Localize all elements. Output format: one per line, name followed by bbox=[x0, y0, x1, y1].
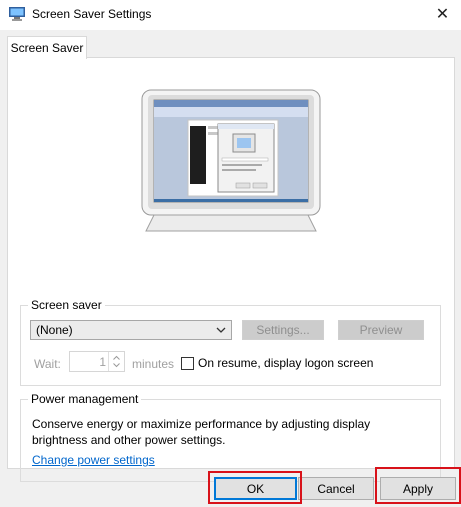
change-power-settings-link[interactable]: Change power settings bbox=[32, 453, 155, 467]
settings-button[interactable]: Settings... bbox=[242, 320, 324, 340]
screen-saver-group: Screen saver (None) Settings... Preview … bbox=[20, 298, 441, 386]
stepper-arrows-icon[interactable] bbox=[108, 352, 124, 371]
screen-saver-select[interactable]: (None) bbox=[30, 320, 232, 340]
window-title: Screen Saver Settings bbox=[32, 7, 152, 21]
chevron-down-icon bbox=[216, 327, 226, 333]
screen-saver-selected-value: (None) bbox=[36, 323, 73, 337]
cancel-button[interactable]: Cancel bbox=[298, 477, 374, 500]
minutes-label: minutes bbox=[132, 357, 175, 371]
dialog-body: Screen Saver Screen saver (None) Setting… bbox=[0, 30, 461, 507]
close-icon[interactable]: ✕ bbox=[424, 0, 461, 28]
wait-label: Wait: bbox=[34, 357, 61, 371]
screen-saver-app-icon bbox=[9, 7, 25, 21]
tab-panel: Screen saver (None) Settings... Preview … bbox=[7, 57, 455, 482]
tab-screen-saver[interactable]: Screen Saver bbox=[7, 36, 87, 59]
wait-minutes-value: 1 bbox=[99, 355, 106, 369]
resume-logon-checkbox[interactable] bbox=[181, 357, 194, 370]
power-management-group: Power management Conserve energy or maxi… bbox=[20, 392, 441, 482]
resume-logon-label[interactable]: On resume, display logon screen bbox=[198, 356, 373, 370]
monitor-preview bbox=[141, 89, 321, 232]
title-bar: Screen Saver Settings ✕ bbox=[0, 0, 461, 30]
power-description: Conserve energy or maximize performance … bbox=[32, 417, 371, 447]
screen-saver-group-label: Screen saver bbox=[28, 298, 105, 312]
wait-minutes-stepper[interactable]: 1 bbox=[69, 351, 125, 372]
ok-button[interactable]: OK bbox=[214, 477, 297, 500]
power-management-group-label: Power management bbox=[28, 392, 142, 406]
apply-button[interactable]: Apply bbox=[380, 477, 456, 500]
preview-button[interactable]: Preview bbox=[338, 320, 424, 340]
